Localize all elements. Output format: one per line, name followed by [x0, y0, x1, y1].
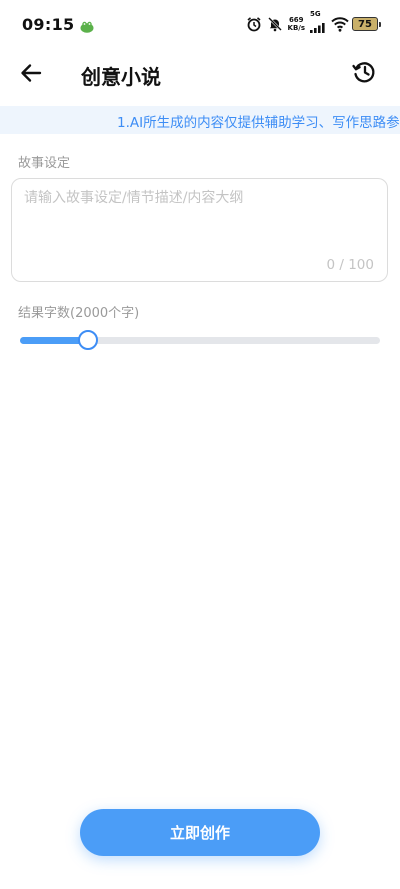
status-left: 09:15 [22, 15, 94, 34]
disclaimer-banner: 1.AI所生成的内容仅提供辅助学习、写作思路参考 [0, 106, 400, 134]
page-title: 创意小说 [81, 65, 161, 89]
story-setting-box: 0 / 100 [11, 178, 388, 282]
app-screen: 09:15 669 KB/s 5G 75 创意小说 1.AI所生成的内容仅提供辅… [0, 0, 400, 889]
history-icon [351, 59, 377, 89]
status-right: 669 KB/s 5G 75 [246, 11, 381, 37]
app-header: 创意小说 [0, 48, 400, 102]
history-button[interactable] [350, 60, 378, 88]
battery-level: 75 [358, 18, 372, 30]
net-speed-unit: KB/s [287, 24, 305, 32]
create-now-button[interactable]: 立即创作 [80, 809, 320, 856]
cellular-signal: 5G [310, 11, 326, 37]
status-time: 09:15 [22, 14, 75, 34]
word-count-slider[interactable] [20, 330, 380, 352]
story-setting-input[interactable] [24, 187, 374, 249]
story-setting-label: 故事设定 [18, 156, 71, 171]
signal-icon [310, 18, 326, 37]
network-type: 5G [310, 10, 321, 18]
app-notification-icon [80, 18, 94, 33]
slider-thumb[interactable] [78, 330, 98, 350]
mute-bell-icon [267, 16, 283, 32]
net-speed-value: 669 [288, 16, 304, 24]
net-speed: 669 KB/s [288, 16, 305, 32]
back-arrow-icon [20, 62, 42, 88]
story-char-counter: 0 / 100 [326, 257, 375, 273]
status-bar: 09:15 669 KB/s 5G 75 [0, 0, 400, 48]
word-count-label: 结果字数(2000个字) [18, 306, 140, 321]
alarm-icon [246, 16, 262, 32]
battery-icon: 75 [352, 17, 381, 31]
disclaimer-text: 1.AI所生成的内容仅提供辅助学习、写作思路参考 [117, 115, 400, 131]
back-button[interactable] [18, 62, 44, 88]
wifi-icon [331, 16, 349, 32]
